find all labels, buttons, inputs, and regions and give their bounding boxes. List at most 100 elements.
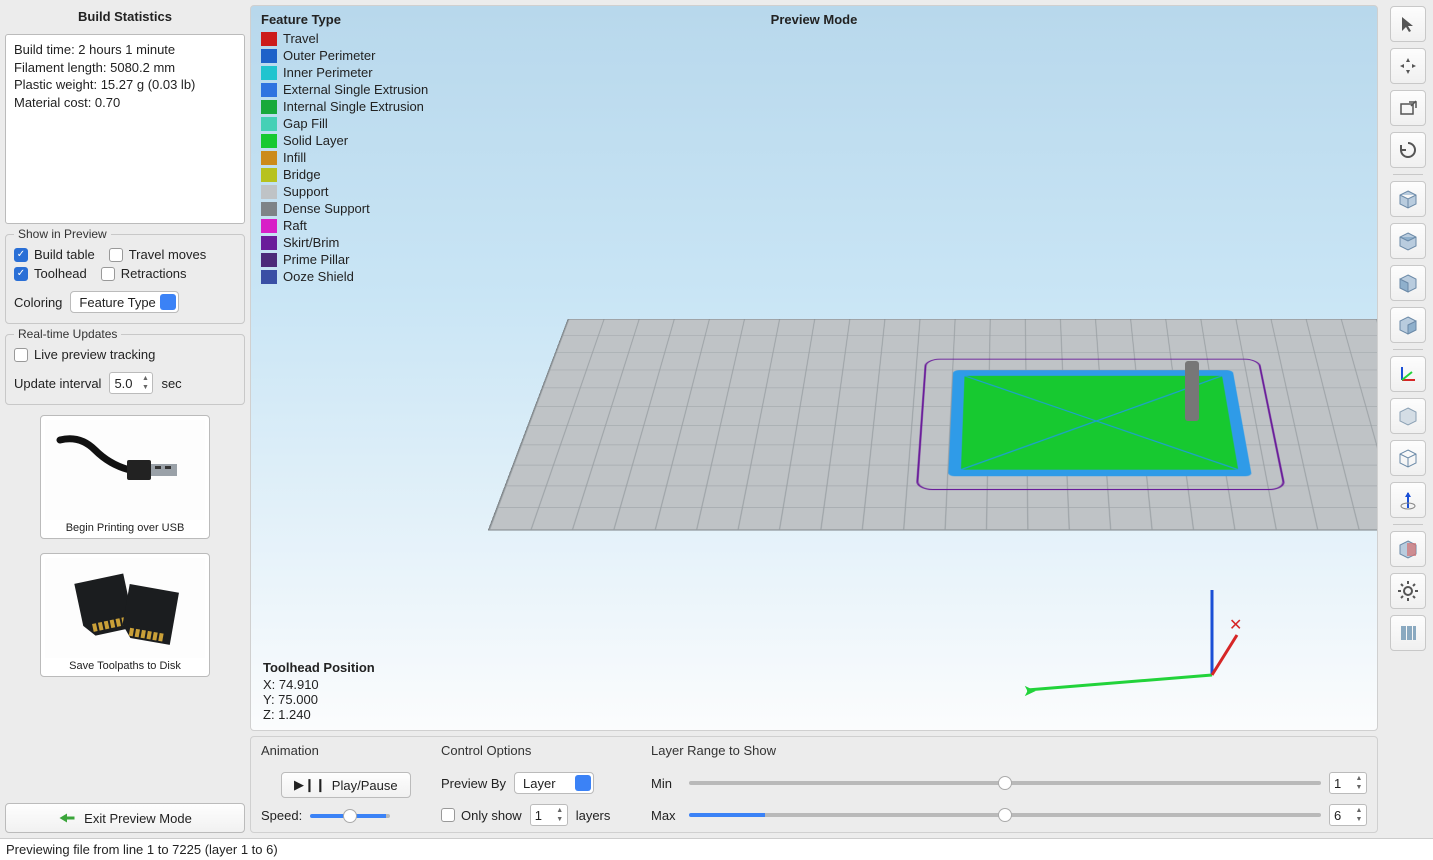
- coloring-value: Feature Type: [79, 295, 155, 310]
- spinner-down-icon[interactable]: ▼: [139, 383, 151, 392]
- side-view-tool[interactable]: [1390, 307, 1426, 343]
- coloring-select[interactable]: Feature Type: [70, 291, 178, 313]
- travel-moves-checkbox[interactable]: Travel moves: [109, 247, 207, 262]
- min-label: Min: [651, 776, 681, 791]
- interval-value: 5.0: [114, 376, 132, 391]
- toolhead-checkbox[interactable]: ✓ Toolhead: [14, 266, 87, 281]
- play-label: Play/Pause: [332, 778, 398, 793]
- checkbox-icon: [14, 348, 28, 362]
- checkbox-icon: [441, 808, 455, 822]
- build-table-checkbox[interactable]: ✓ Build table: [14, 247, 95, 262]
- legend-label: Ooze Shield: [283, 268, 354, 285]
- checkbox-label: Toolhead: [34, 266, 87, 281]
- legend-swatch: [261, 32, 277, 46]
- legend-label: Solid Layer: [283, 132, 348, 149]
- spinner-up-icon[interactable]: ▲: [139, 374, 151, 383]
- legend-title: Feature Type: [261, 12, 428, 27]
- legend-row: Bridge: [261, 166, 428, 183]
- layer-min-input[interactable]: 1 ▲▼: [1329, 772, 1367, 794]
- only-show-input[interactable]: 1 ▲▼: [530, 804, 568, 826]
- legend-swatch: [261, 185, 277, 199]
- realtime-label: Real-time Updates: [14, 327, 121, 341]
- layer-max-input[interactable]: 6 ▲▼: [1329, 804, 1367, 826]
- print-usb-button[interactable]: Begin Printing over USB: [40, 415, 210, 539]
- spinner-up-icon[interactable]: ▲: [1353, 806, 1365, 815]
- only-show-checkbox[interactable]: Only show: [441, 808, 522, 823]
- normals-tool[interactable]: [1390, 482, 1426, 518]
- legend-swatch: [261, 219, 277, 233]
- legend-swatch: [261, 117, 277, 131]
- spinner-down-icon[interactable]: ▼: [1353, 783, 1365, 792]
- coloring-label: Coloring: [14, 295, 62, 310]
- legend-row: Raft: [261, 217, 428, 234]
- layer-min-slider[interactable]: [689, 781, 1321, 785]
- live-preview-checkbox[interactable]: Live preview tracking: [14, 347, 155, 362]
- spinner-down-icon[interactable]: ▼: [1353, 815, 1365, 824]
- spinner-up-icon[interactable]: ▲: [1353, 774, 1365, 783]
- checkbox-label: Retractions: [121, 266, 187, 281]
- section-tool[interactable]: [1390, 531, 1426, 567]
- legend-swatch: [261, 49, 277, 63]
- legend-row: Infill: [261, 149, 428, 166]
- solid-shading-tool[interactable]: [1390, 398, 1426, 434]
- layer-max-value: 6: [1334, 808, 1341, 823]
- speed-slider[interactable]: [310, 814, 390, 818]
- preview-viewport[interactable]: Feature Type TravelOuter PerimeterInner …: [250, 5, 1378, 731]
- reset-view-tool[interactable]: [1390, 132, 1426, 168]
- exit-label: Exit Preview Mode: [84, 811, 192, 826]
- retractions-checkbox[interactable]: Retractions: [101, 266, 187, 281]
- pointer-tool[interactable]: [1390, 6, 1426, 42]
- legend-row: Prime Pillar: [261, 251, 428, 268]
- checkbox-icon: [109, 248, 123, 262]
- axis-gizmo-icon: ✕ ➤: [997, 580, 1257, 700]
- play-pause-button[interactable]: ▶❙❙ Play/Pause: [281, 772, 411, 798]
- legend-swatch: [261, 134, 277, 148]
- checkbox-icon: [101, 267, 115, 281]
- arrow-left-icon: [58, 812, 76, 824]
- legend-label: Outer Perimeter: [283, 47, 375, 64]
- animation-title: Animation: [261, 743, 431, 758]
- update-interval-input[interactable]: 5.0 ▲▼: [109, 372, 153, 394]
- legend-swatch: [261, 202, 277, 216]
- model-preview: [948, 370, 1252, 476]
- top-view-tool[interactable]: [1390, 223, 1426, 259]
- legend-row: Skirt/Brim: [261, 234, 428, 251]
- disk-caption: Save Toolpaths to Disk: [69, 660, 181, 672]
- legend-label: Support: [283, 183, 329, 200]
- usb-caption: Begin Printing over USB: [66, 522, 185, 534]
- wireframe-tool[interactable]: [1390, 440, 1426, 476]
- legend-label: External Single Extrusion: [283, 81, 428, 98]
- control-options-title: Control Options: [441, 743, 641, 758]
- preview-mode-title: Preview Mode: [771, 12, 858, 27]
- axes-tool[interactable]: [1390, 356, 1426, 392]
- legend-swatch: [261, 168, 277, 182]
- exit-preview-button[interactable]: Exit Preview Mode: [5, 803, 245, 833]
- sd-card-icon: [45, 558, 205, 658]
- front-view-tool[interactable]: [1390, 265, 1426, 301]
- status-bar: Previewing file from line 1 to 7225 (lay…: [0, 838, 1433, 860]
- iso-view-tool[interactable]: [1390, 181, 1426, 217]
- legend-row: Gap Fill: [261, 115, 428, 132]
- layer-max-slider[interactable]: [689, 813, 1321, 817]
- toolhead-z: Z: 1.240: [263, 707, 375, 722]
- save-toolpaths-button[interactable]: Save Toolpaths to Disk: [40, 553, 210, 677]
- spinner-up-icon[interactable]: ▲: [554, 806, 566, 815]
- legend-row: Support: [261, 183, 428, 200]
- legend-row: Inner Perimeter: [261, 64, 428, 81]
- speed-label: Speed:: [261, 808, 302, 823]
- svg-text:✕: ✕: [1229, 617, 1242, 634]
- spinner-down-icon[interactable]: ▼: [554, 815, 566, 824]
- status-text: Previewing file from line 1 to 7225 (lay…: [6, 842, 278, 857]
- legend-label: Skirt/Brim: [283, 234, 339, 251]
- legend-label: Prime Pillar: [283, 251, 349, 268]
- legend-swatch: [261, 270, 277, 284]
- legend-swatch: [261, 100, 277, 114]
- preview-by-select[interactable]: Layer: [514, 772, 594, 794]
- legend-row: Dense Support: [261, 200, 428, 217]
- pan-tool[interactable]: [1390, 48, 1426, 84]
- interval-unit: sec: [161, 376, 181, 391]
- machine-tool[interactable]: [1390, 615, 1426, 651]
- layer-range-title: Layer Range to Show: [651, 743, 1367, 758]
- zoom-extents-tool[interactable]: [1390, 90, 1426, 126]
- settings-tool[interactable]: [1390, 573, 1426, 609]
